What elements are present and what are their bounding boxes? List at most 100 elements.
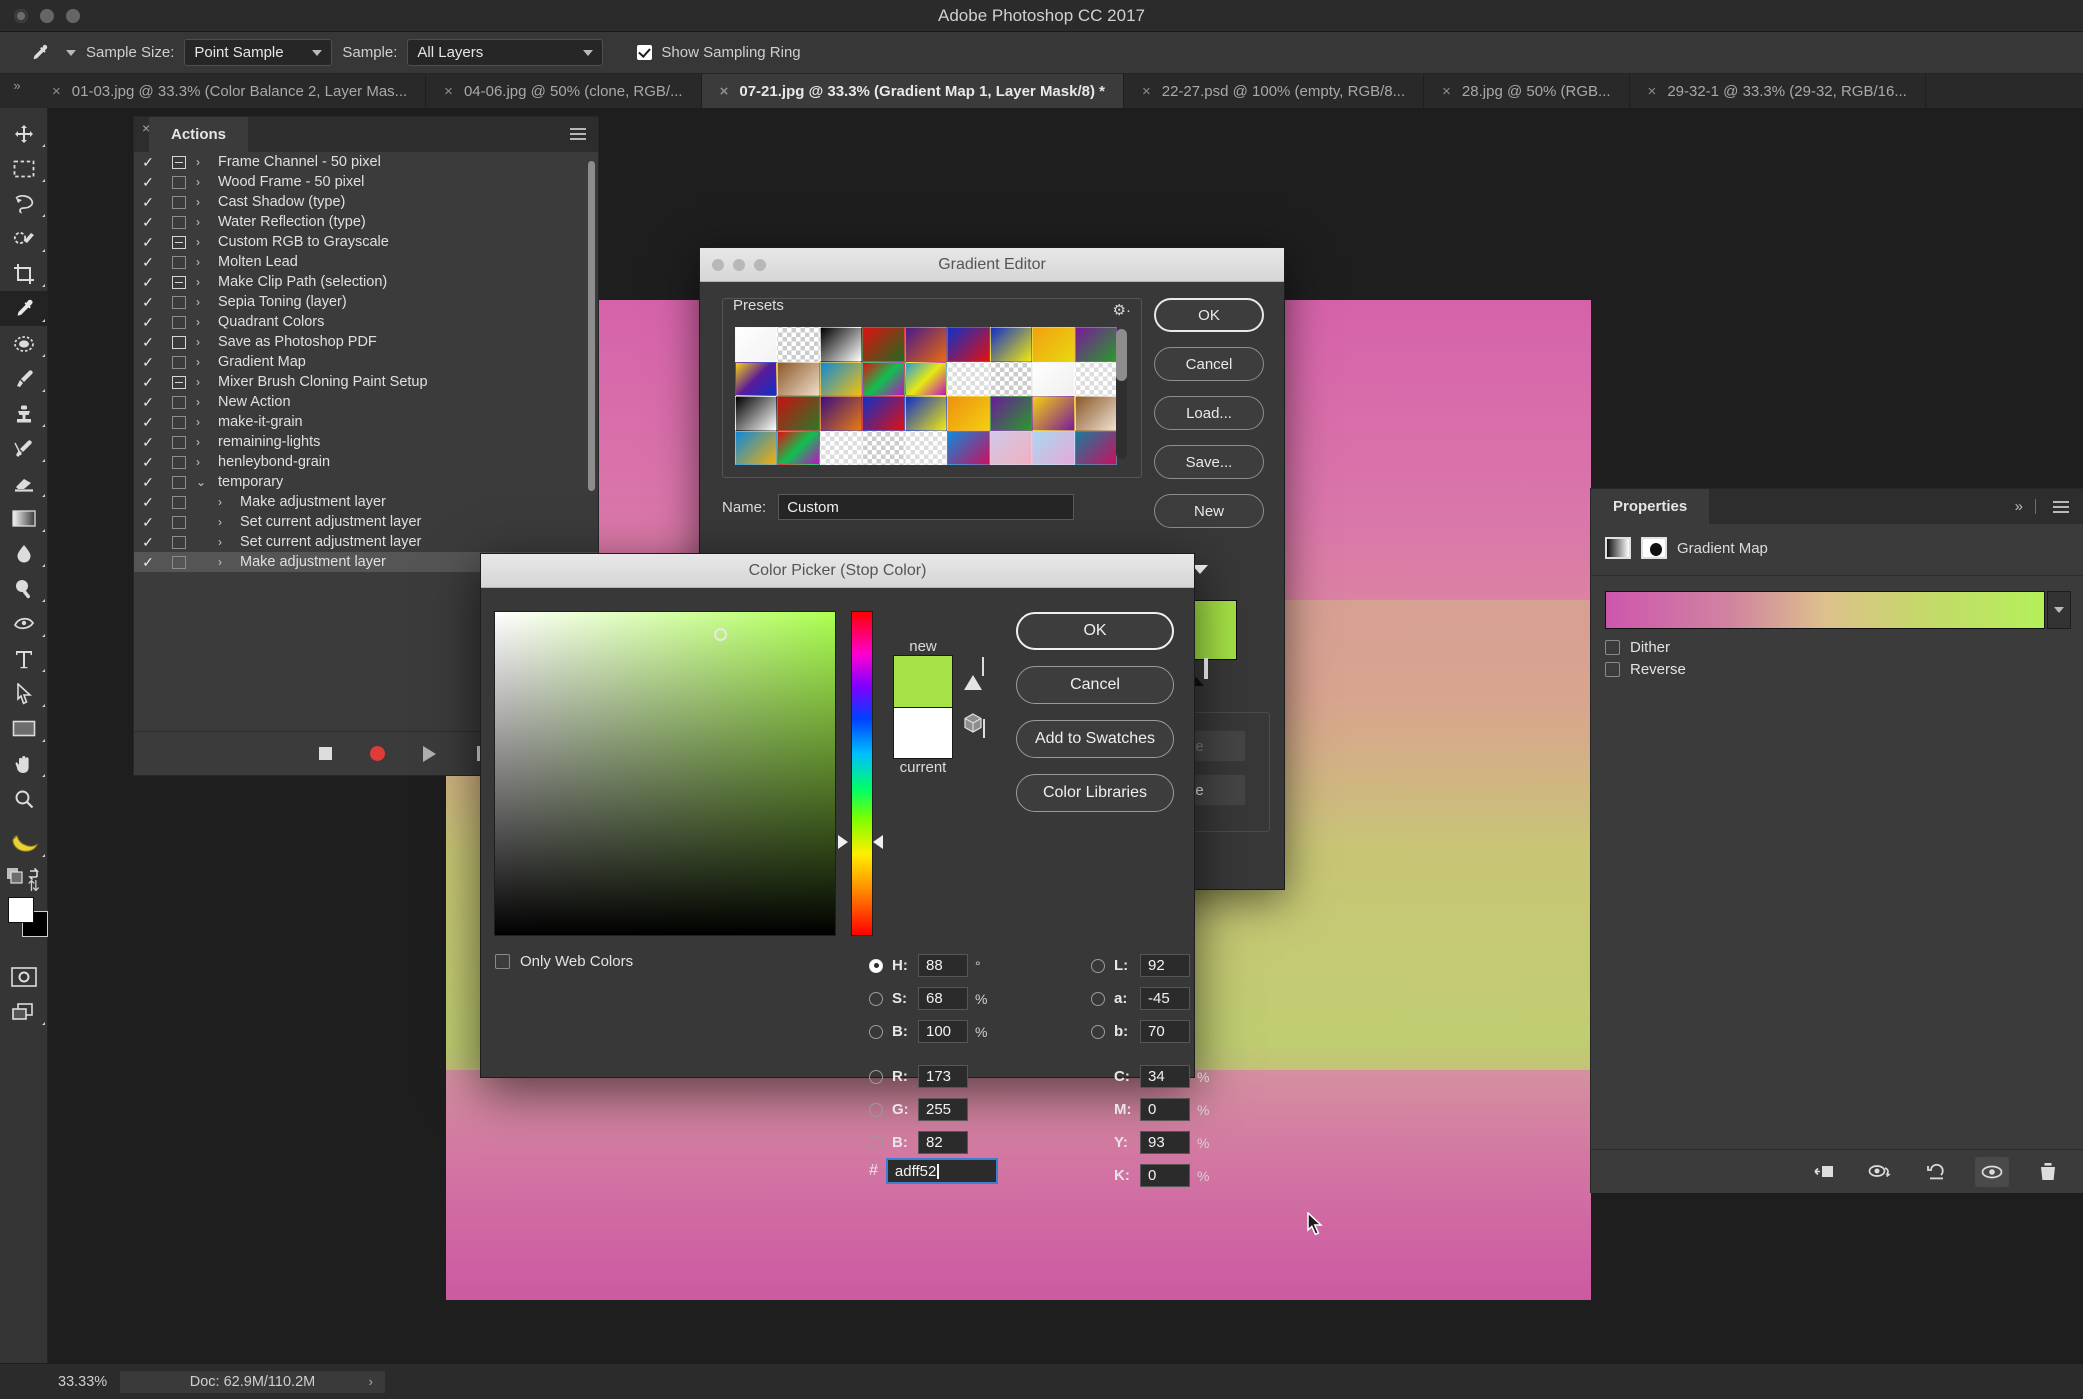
- action-row[interactable]: ✓ › Mixer Brush Cloning Paint Setup: [134, 372, 598, 392]
- delete-icon[interactable]: [2031, 1157, 2065, 1187]
- current-color-swatch[interactable]: [893, 707, 953, 759]
- zoom-tool[interactable]: [0, 781, 48, 816]
- gradient-preset-swatch[interactable]: [947, 396, 990, 431]
- color-picker-add-to-swatches-button[interactable]: Add to Swatches: [1016, 720, 1174, 758]
- close-tab-icon[interactable]: ×: [444, 84, 453, 99]
- reset-icon[interactable]: [1919, 1157, 1953, 1187]
- action-row[interactable]: ✓ › Molten Lead: [134, 252, 598, 272]
- gradient-preset-swatch[interactable]: [904, 396, 948, 431]
- zoom-level[interactable]: 33.33%: [0, 1374, 120, 1390]
- color-mode-radio[interactable]: [869, 1024, 883, 1039]
- record-button[interactable]: [366, 743, 388, 765]
- action-dialog-toggle[interactable]: [162, 315, 196, 329]
- expand-chevron-icon[interactable]: ›: [196, 335, 218, 349]
- not-web-safe-warning-icon[interactable]: [963, 713, 985, 738]
- color-mode-radio[interactable]: [869, 1102, 883, 1117]
- action-row[interactable]: ✓ › Save as Photoshop PDF: [134, 332, 598, 352]
- action-row[interactable]: ✓ › Make Clip Path (selection): [134, 272, 598, 292]
- gradient-preset-swatch[interactable]: [1074, 430, 1117, 465]
- gradient-preset-swatch[interactable]: [777, 361, 820, 396]
- only-web-colors-checkbox[interactable]: Only Web Colors: [495, 953, 633, 970]
- view-previous-state-icon[interactable]: [1863, 1157, 1897, 1187]
- gradient-preset-swatch[interactable]: [735, 327, 778, 362]
- gradient-preset-swatch[interactable]: [735, 396, 778, 431]
- expand-chevron-icon[interactable]: ⌄: [196, 475, 218, 489]
- quick-selection-tool[interactable]: [0, 221, 48, 256]
- brush-tool[interactable]: [0, 361, 48, 396]
- saturation-brightness-field[interactable]: [494, 611, 836, 936]
- color-picker-ok-button[interactable]: OK: [1016, 612, 1174, 650]
- gradient-preset-swatch[interactable]: [947, 361, 990, 396]
- eyedropper-icon[interactable]: [22, 38, 56, 68]
- color-mode-radio[interactable]: [1091, 991, 1105, 1006]
- rectangle-tool[interactable]: [0, 711, 48, 746]
- action-toggle-checkbox[interactable]: ✓: [134, 554, 162, 571]
- clone-stamp-tool[interactable]: [0, 396, 48, 431]
- gradient-preset-swatch[interactable]: [1074, 396, 1117, 431]
- sample-select[interactable]: All Layers: [407, 39, 604, 66]
- action-dialog-toggle[interactable]: [162, 375, 196, 389]
- gradient-editor-save-button[interactable]: Save...: [1154, 445, 1264, 479]
- gradient-preset-swatch[interactable]: [777, 396, 820, 431]
- action-dialog-toggle[interactable]: [162, 535, 196, 549]
- close-tab-icon[interactable]: ×: [1648, 84, 1657, 99]
- reverse-checkbox[interactable]: Reverse: [1605, 661, 1686, 678]
- action-toggle-checkbox[interactable]: ✓: [134, 234, 162, 251]
- gradient-preset-swatch[interactable]: [947, 430, 990, 465]
- eraser-tool[interactable]: [0, 466, 48, 501]
- gradient-map-preview[interactable]: [1605, 591, 2045, 629]
- action-dialog-toggle[interactable]: [162, 235, 196, 249]
- quick-mask-icon[interactable]: [0, 959, 48, 994]
- gradient-preset-swatch[interactable]: [862, 396, 905, 431]
- document-tab[interactable]: × 29-32-1 @ 33.3% (29-32, RGB/16...: [1629, 74, 1926, 108]
- gradient-preset-swatch[interactable]: [819, 430, 863, 465]
- lasso-tool[interactable]: [0, 186, 48, 221]
- gradient-preset-swatch[interactable]: [777, 430, 820, 465]
- marquee-tool[interactable]: [0, 151, 48, 186]
- default-colors-icon[interactable]: [5, 879, 18, 892]
- gradient-preset-swatch[interactable]: [777, 327, 820, 362]
- expand-chevron-icon[interactable]: ›: [196, 455, 218, 469]
- gradient-preset-swatch[interactable]: [989, 361, 1033, 396]
- action-toggle-checkbox[interactable]: ✓: [134, 374, 162, 391]
- color-field-input[interactable]: 34: [1140, 1065, 1190, 1088]
- gradient-editor-new-button[interactable]: New: [1154, 494, 1264, 528]
- action-toggle-checkbox[interactable]: ✓: [134, 454, 162, 471]
- action-row[interactable]: ✓ › henleybond-grain: [134, 452, 598, 472]
- color-field-input[interactable]: 100: [918, 1020, 968, 1043]
- gradient-preset-swatch[interactable]: [862, 430, 905, 465]
- layer-mask-thumbnail-icon[interactable]: [1641, 537, 1667, 559]
- hand-tool[interactable]: [0, 746, 48, 781]
- color-selection-ring[interactable]: [714, 628, 727, 641]
- action-toggle-checkbox[interactable]: ✓: [134, 514, 162, 531]
- color-field-input[interactable]: 68: [918, 987, 968, 1010]
- action-toggle-checkbox[interactable]: ✓: [134, 174, 162, 191]
- hex-input[interactable]: adff52: [885, 1158, 998, 1184]
- gradient-preset-swatch[interactable]: [989, 430, 1033, 465]
- gradient-preset-swatch[interactable]: [1032, 361, 1075, 396]
- action-dialog-toggle[interactable]: [162, 255, 196, 269]
- close-tab-icon[interactable]: ×: [52, 84, 61, 99]
- gradient-preset-swatch[interactable]: [819, 396, 863, 431]
- color-mode-radio[interactable]: [1091, 1024, 1105, 1039]
- gradient-editor-ok-button[interactable]: OK: [1154, 298, 1264, 332]
- stop-button[interactable]: [314, 743, 336, 765]
- action-row[interactable]: ✓ › Set current adjustment layer: [134, 512, 598, 532]
- tab-properties[interactable]: Properties: [1591, 489, 1710, 524]
- close-dialog-button[interactable]: [712, 259, 724, 271]
- path-selection-tool[interactable]: [0, 676, 48, 711]
- history-brush-tool[interactable]: [0, 431, 48, 466]
- action-row[interactable]: ✓ › Cast Shadow (type): [134, 192, 598, 212]
- panel-menu-icon[interactable]: [2053, 501, 2069, 516]
- new-color-swatch[interactable]: [893, 655, 953, 707]
- gradient-preset-swatch[interactable]: [862, 361, 905, 396]
- expand-chevron-icon[interactable]: ›: [196, 315, 218, 329]
- action-dialog-toggle[interactable]: [162, 155, 196, 169]
- foreground-color-swatch[interactable]: [8, 897, 34, 923]
- tab-actions[interactable]: Actions: [149, 117, 249, 152]
- action-row[interactable]: ✓ › Set current adjustment layer: [134, 532, 598, 552]
- close-tab-icon[interactable]: ×: [1142, 84, 1151, 99]
- action-dialog-toggle[interactable]: [162, 355, 196, 369]
- out-of-gamut-warning-icon[interactable]: [963, 657, 985, 690]
- document-tab[interactable]: × 04-06.jpg @ 50% (clone, RGB/...: [426, 74, 702, 108]
